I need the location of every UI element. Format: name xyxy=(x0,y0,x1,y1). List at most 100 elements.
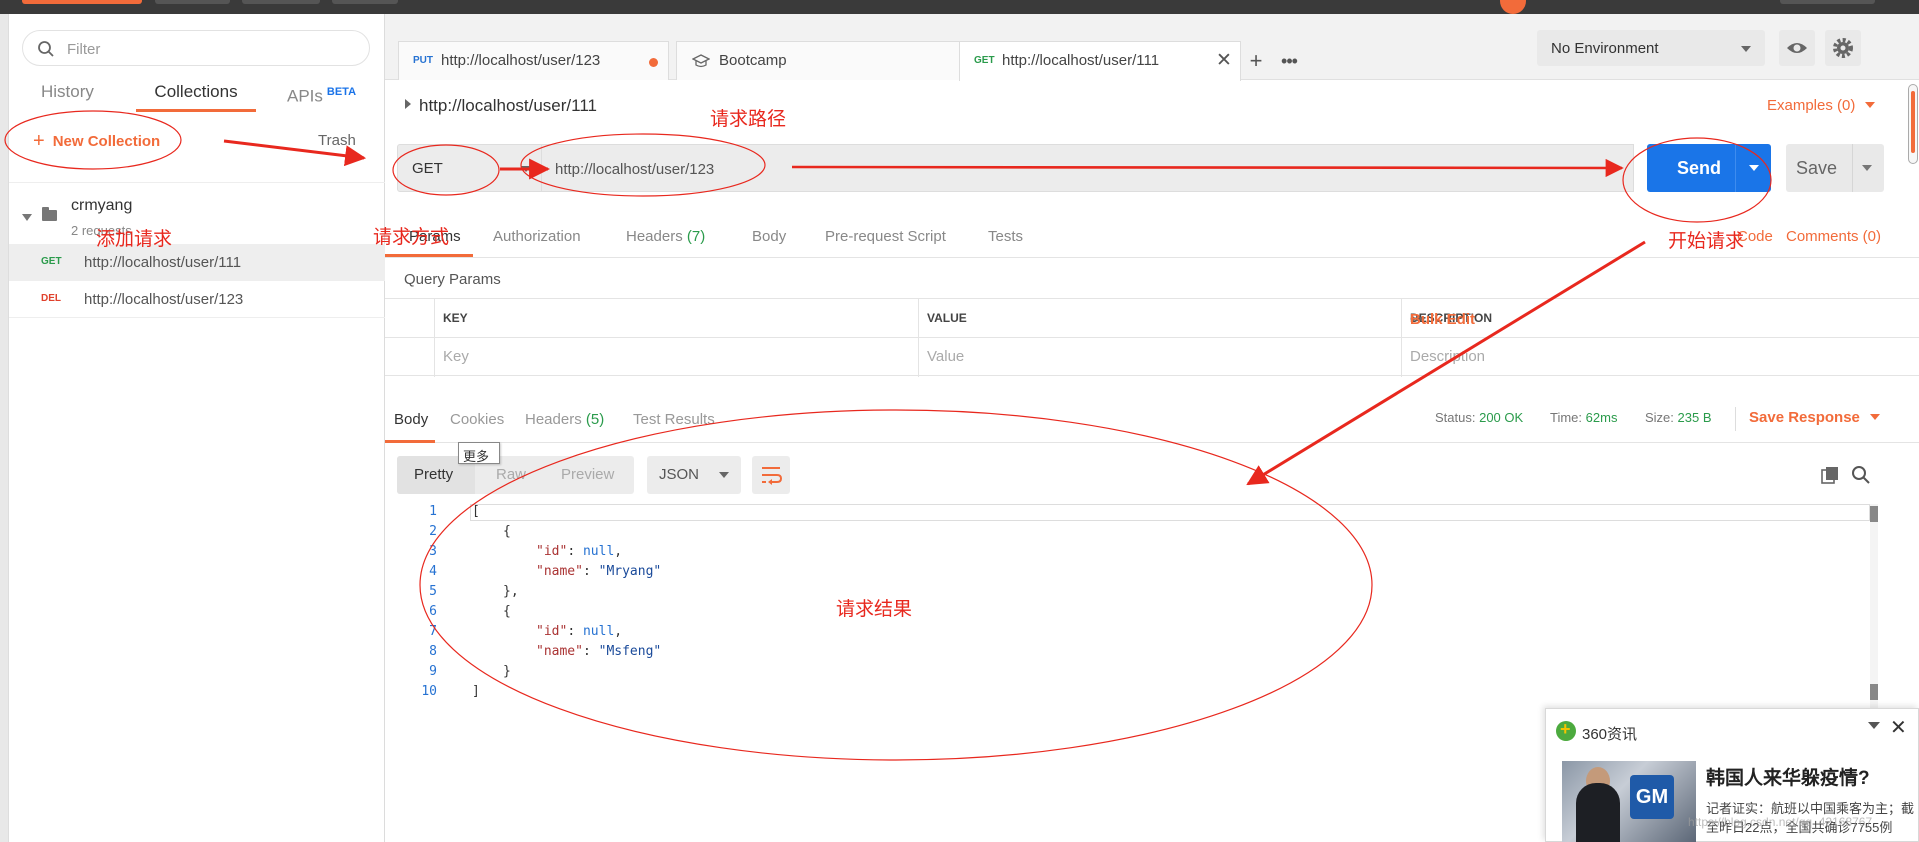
annotation-request-result: 请求结果 xyxy=(836,598,913,620)
gear-icon xyxy=(1833,38,1853,58)
environment-select[interactable]: No Environment xyxy=(1537,30,1765,66)
time-readout: Time: 62ms xyxy=(1550,410,1617,425)
format-pretty[interactable]: Pretty xyxy=(414,466,453,483)
method-badge: DEL xyxy=(41,293,61,304)
360-logo-icon xyxy=(1556,719,1576,741)
response-tabs: Body Cookies Headers (5) Test Results St… xyxy=(385,399,1919,443)
plus-icon: + xyxy=(33,130,45,152)
response-tab-body[interactable]: Body xyxy=(394,411,428,428)
tab-history[interactable]: History xyxy=(41,78,94,112)
code-line: } xyxy=(503,664,511,679)
url-input[interactable] xyxy=(555,159,1615,179)
tab-authorization[interactable]: Authorization xyxy=(493,228,581,245)
collection-name: crmyang xyxy=(71,197,133,214)
key-input[interactable]: Key xyxy=(434,338,918,377)
new-button[interactable] xyxy=(22,0,142,4)
caret-down-icon[interactable] xyxy=(22,214,32,221)
open-new-button[interactable] xyxy=(332,0,398,4)
filter-input[interactable] xyxy=(67,39,357,59)
search-icon xyxy=(38,41,54,57)
close-icon[interactable]: ✕ xyxy=(1890,715,1907,740)
send-button[interactable]: Send xyxy=(1647,144,1771,192)
tab-apis[interactable]: APIs BETA xyxy=(287,78,356,112)
comments-link[interactable]: Comments (0) xyxy=(1786,228,1881,245)
request-tab[interactable]: Bootcamp xyxy=(676,41,970,80)
response-tab-cookies[interactable]: Cookies xyxy=(450,411,504,428)
news-popup[interactable]: 360资讯 ✕ GM 韩国人来华躲疫情? 记者证实：航班以中国乘客为主；截至昨日… xyxy=(1545,708,1919,842)
beta-badge: BETA xyxy=(326,86,357,98)
method-select[interactable]: GET xyxy=(397,144,542,192)
close-tab-icon[interactable]: ✕ xyxy=(1216,49,1232,72)
sidebar-request-item[interactable]: DEL http://localhost/user/123 xyxy=(9,281,385,318)
news-thumbnail[interactable]: GM xyxy=(1562,761,1696,842)
code-line: "id": null, xyxy=(536,624,623,639)
tab-collections[interactable]: Collections xyxy=(136,78,256,112)
manage-environments-button[interactable] xyxy=(1825,30,1861,66)
runner-button[interactable] xyxy=(242,0,320,4)
tab-pre-request-script[interactable]: Pre-request Script xyxy=(825,228,946,245)
value-input[interactable]: Value xyxy=(918,338,1401,377)
upgrade-button[interactable] xyxy=(1780,0,1875,4)
description-input[interactable]: Description xyxy=(1401,338,1919,377)
trash-link[interactable]: Trash xyxy=(318,132,356,149)
unsaved-dot-icon xyxy=(649,58,658,67)
bulk-edit-link[interactable]: Bulk Edit xyxy=(1410,311,1475,328)
scroll-thumb[interactable] xyxy=(1870,684,1878,700)
request-tab[interactable]: PUT http://localhost/user/123 xyxy=(398,41,669,80)
url-bar[interactable] xyxy=(542,144,1634,192)
response-tab-test-results[interactable]: Test Results xyxy=(633,411,715,428)
key-placeholder: Key xyxy=(443,348,469,365)
filter-box[interactable] xyxy=(22,30,370,66)
sync-status-icon[interactable] xyxy=(1500,0,1526,14)
request-tab-active[interactable]: GET http://localhost/user/111 ✕ xyxy=(959,41,1241,81)
response-body-editor[interactable]: 1 2 3 4 5 6 7 8 9 10 [ { "id": null, "na… xyxy=(385,504,1881,724)
request-tab-title: http://localhost/user/123 xyxy=(441,52,601,69)
environment-value: No Environment xyxy=(1551,40,1659,57)
time-value: 62ms xyxy=(1585,410,1618,425)
code-line: ] xyxy=(472,684,480,699)
scroll-thumb[interactable] xyxy=(1870,506,1878,522)
code-line: { xyxy=(503,524,511,539)
environment-quick-look-button[interactable] xyxy=(1779,30,1815,66)
import-button[interactable] xyxy=(155,0,230,4)
tab-headers[interactable]: Headers (7) xyxy=(626,228,705,245)
wrap-lines-button[interactable] xyxy=(752,456,790,494)
search-icon[interactable] xyxy=(1850,464,1872,486)
language-select[interactable]: JSON xyxy=(647,456,741,494)
more-tabs-icon[interactable]: ••• xyxy=(1273,47,1305,77)
save-button[interactable]: Save xyxy=(1786,144,1884,192)
collection-item[interactable]: crmyang 2 requests xyxy=(9,182,385,244)
chevron-down-icon[interactable] xyxy=(1868,722,1880,729)
query-params-table: KEY VALUE DESCRIPTION ••• Bulk Edit Key … xyxy=(385,298,1919,377)
request-title[interactable]: http://localhost/user/111 xyxy=(405,96,597,116)
tab-tests[interactable]: Tests xyxy=(988,228,1023,245)
send-options-chevron-icon[interactable] xyxy=(1749,165,1759,171)
code-line: [ xyxy=(472,504,480,519)
method-value: GET xyxy=(412,160,443,177)
news-headline[interactable]: 韩国人来华躲疫情? xyxy=(1706,763,1870,790)
tooltip-text: 更多 xyxy=(463,449,490,464)
format-raw[interactable]: Raw xyxy=(496,466,526,483)
response-tab-headers[interactable]: Headers (5) xyxy=(525,411,604,428)
add-tab-icon[interactable]: + xyxy=(1241,47,1271,77)
caret-right-icon xyxy=(405,99,411,109)
format-preview[interactable]: Preview xyxy=(561,466,614,483)
tab-body[interactable]: Body xyxy=(752,228,786,245)
examples-dropdown[interactable]: Examples (0) xyxy=(1767,97,1876,114)
response-tab-headers-label: Headers xyxy=(525,411,582,428)
copy-icon[interactable] xyxy=(1819,464,1841,486)
line-number: 3 xyxy=(429,544,437,559)
sidebar-request-item[interactable]: GET http://localhost/user/111 xyxy=(9,244,385,281)
editor-scrollbar[interactable] xyxy=(1870,504,1878,718)
save-response-button[interactable]: Save Response xyxy=(1749,409,1880,426)
save-options-chevron-icon[interactable] xyxy=(1862,165,1872,171)
page-scrollbar[interactable] xyxy=(1908,84,1918,164)
sidebar-tabs: History Collections APIs BETA xyxy=(9,78,385,112)
line-number: 8 xyxy=(429,644,437,659)
annotation-start-request: 开始请求 xyxy=(1668,230,1745,252)
code-line: "id": null, xyxy=(536,544,623,559)
response-headers-count: (5) xyxy=(585,411,605,428)
line-number: 9 xyxy=(429,664,437,679)
new-collection-button[interactable]: + New Collection xyxy=(33,130,160,153)
request-url-label: http://localhost/user/123 xyxy=(84,291,244,308)
